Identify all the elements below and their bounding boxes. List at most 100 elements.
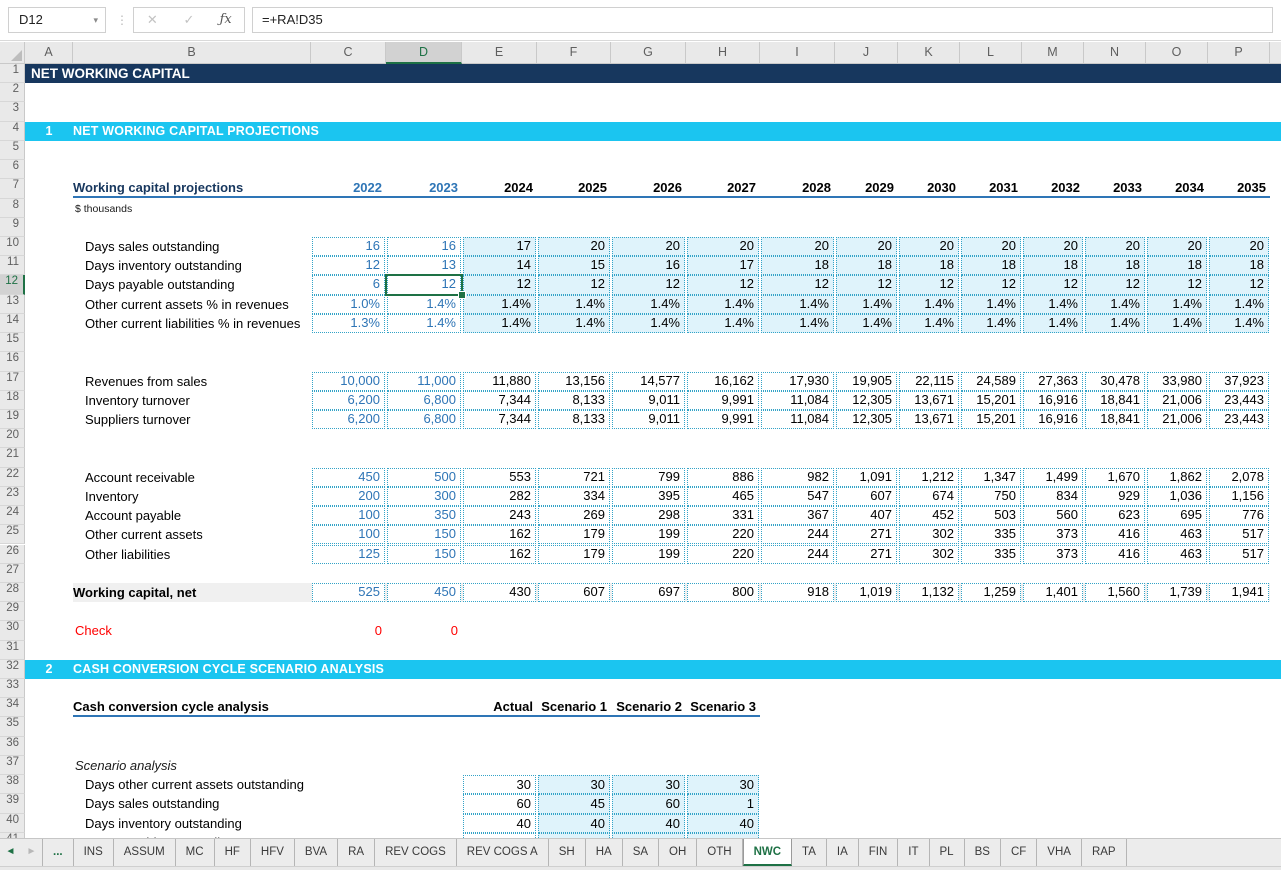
cell-N14[interactable]: 1.4% [1085, 314, 1145, 333]
cell-N10[interactable]: 20 [1085, 237, 1145, 256]
subsection-label[interactable]: Scenario analysis [75, 756, 325, 775]
cell-F23[interactable]: 334 [538, 487, 610, 506]
row-label-12[interactable]: Days payable outstanding [85, 275, 311, 294]
cell-G14[interactable]: 1.4% [612, 314, 685, 333]
cell-G17[interactable]: 14,577 [612, 372, 685, 391]
cell-I18[interactable]: 11,084 [761, 391, 834, 410]
row-label-25[interactable]: Other current assets [85, 525, 311, 544]
row-header-30[interactable]: 30 [0, 621, 25, 640]
cell-I14[interactable]: 1.4% [761, 314, 834, 333]
cell-H25[interactable]: 220 [687, 525, 759, 544]
cell-E40[interactable]: 40 [463, 814, 536, 833]
cell-E38[interactable]: 30 [463, 775, 536, 794]
row-header-39[interactable]: 39 [0, 794, 25, 813]
cell-I11[interactable]: 18 [761, 256, 834, 275]
row-header-11[interactable]: 11 [0, 256, 25, 275]
cell-M24[interactable]: 560 [1023, 506, 1083, 525]
cell-P24[interactable]: 776 [1209, 506, 1269, 525]
cell-K13[interactable]: 1.4% [899, 295, 959, 314]
cell-F26[interactable]: 179 [538, 545, 610, 564]
sheet-tab-it[interactable]: IT [898, 839, 929, 866]
cell-I10[interactable]: 20 [761, 237, 834, 256]
cell-L28[interactable]: 1,259 [961, 583, 1021, 602]
sheet-tab-hf[interactable]: HF [215, 839, 251, 866]
row-header-2[interactable]: 2 [0, 83, 25, 102]
cell-O14[interactable]: 1.4% [1147, 314, 1207, 333]
cell-K25[interactable]: 302 [899, 525, 959, 544]
cell-O23[interactable]: 1,036 [1147, 487, 1207, 506]
cell-G26[interactable]: 199 [612, 545, 685, 564]
tabs-scroll-left-icon[interactable]: ◄ [0, 839, 21, 865]
cell-N11[interactable]: 18 [1085, 256, 1145, 275]
insert-function-icon[interactable]: ƒx [207, 8, 244, 32]
cell-K26[interactable]: 302 [899, 545, 959, 564]
sheet-tab-ta[interactable]: TA [792, 839, 827, 866]
cell-F39[interactable]: 45 [538, 794, 610, 813]
cell-L24[interactable]: 503 [961, 506, 1021, 525]
row-label-39[interactable]: Days sales outstanding [85, 794, 365, 813]
cell-M19[interactable]: 16,916 [1023, 410, 1083, 429]
cell-O17[interactable]: 33,980 [1147, 372, 1207, 391]
row-label-18[interactable]: Inventory turnover [85, 391, 311, 410]
cell-G13[interactable]: 1.4% [612, 295, 685, 314]
cell-F28[interactable]: 607 [538, 583, 610, 602]
cell-C22[interactable]: 450 [312, 468, 385, 487]
cell-I24[interactable]: 367 [761, 506, 834, 525]
cell-G39[interactable]: 60 [612, 794, 685, 813]
cell-D26[interactable]: 150 [387, 545, 461, 564]
col-header-I[interactable]: I [760, 42, 835, 64]
cell-G10[interactable]: 20 [612, 237, 685, 256]
cell-L26[interactable]: 335 [961, 545, 1021, 564]
cell-J23[interactable]: 607 [836, 487, 897, 506]
row-header-29[interactable]: 29 [0, 602, 25, 621]
cell-P12[interactable]: 12 [1209, 275, 1269, 294]
cell-O28[interactable]: 1,739 [1147, 583, 1207, 602]
cell-E26[interactable]: 162 [463, 545, 536, 564]
cell-J24[interactable]: 407 [836, 506, 897, 525]
cell-M25[interactable]: 373 [1023, 525, 1083, 544]
row-header-28[interactable]: 28 [0, 583, 25, 602]
sheet-tab-ha[interactable]: HA [586, 839, 623, 866]
cell-F11[interactable]: 15 [538, 256, 610, 275]
sheet-tab-bs[interactable]: BS [965, 839, 1001, 866]
row-header-20[interactable]: 20 [0, 429, 25, 448]
cell-F14[interactable]: 1.4% [538, 314, 610, 333]
cell-J26[interactable]: 271 [836, 545, 897, 564]
cell-E10[interactable]: 17 [463, 237, 536, 256]
row-label-40[interactable]: Days inventory outstanding [85, 814, 365, 833]
tabs-scroll-right-icon[interactable]: ► [21, 839, 42, 865]
row-label-23[interactable]: Inventory [85, 487, 311, 506]
row-header-32[interactable]: 32 [0, 660, 25, 679]
row-header-9[interactable]: 9 [0, 218, 25, 237]
cell-E17[interactable]: 11,880 [463, 372, 536, 391]
cell-L11[interactable]: 18 [961, 256, 1021, 275]
cell-P14[interactable]: 1.4% [1209, 314, 1269, 333]
row-header-19[interactable]: 19 [0, 410, 25, 429]
row-label-10[interactable]: Days sales outstanding [85, 237, 311, 256]
cell-I19[interactable]: 11,084 [761, 410, 834, 429]
cell-M28[interactable]: 1,401 [1023, 583, 1083, 602]
cell-I17[interactable]: 17,930 [761, 372, 834, 391]
cell-N26[interactable]: 416 [1085, 545, 1145, 564]
units-note[interactable]: $ thousands [75, 201, 275, 220]
sheet-tab-ra[interactable]: RA [338, 839, 375, 866]
row-label-28[interactable]: Working capital, net [73, 583, 299, 602]
cell-P26[interactable]: 517 [1209, 545, 1269, 564]
row-label-14[interactable]: Other current liabilities % in revenues [85, 314, 311, 333]
cell-G24[interactable]: 298 [612, 506, 685, 525]
cell-F24[interactable]: 269 [538, 506, 610, 525]
row-header-1[interactable]: 1 [0, 64, 25, 83]
cell-H13[interactable]: 1.4% [687, 295, 759, 314]
cell-F38[interactable]: 30 [538, 775, 610, 794]
cell-N19[interactable]: 18,841 [1085, 410, 1145, 429]
cell-O24[interactable]: 695 [1147, 506, 1207, 525]
row-header-18[interactable]: 18 [0, 391, 25, 410]
cell-D11[interactable]: 13 [387, 256, 461, 275]
cell-J10[interactable]: 20 [836, 237, 897, 256]
cell-M13[interactable]: 1.4% [1023, 295, 1083, 314]
sheet-tab-mc[interactable]: MC [176, 839, 215, 866]
cell-D23[interactable]: 300 [387, 487, 461, 506]
cell-P22[interactable]: 2,078 [1209, 468, 1269, 487]
cell-J22[interactable]: 1,091 [836, 468, 897, 487]
cell-O13[interactable]: 1.4% [1147, 295, 1207, 314]
